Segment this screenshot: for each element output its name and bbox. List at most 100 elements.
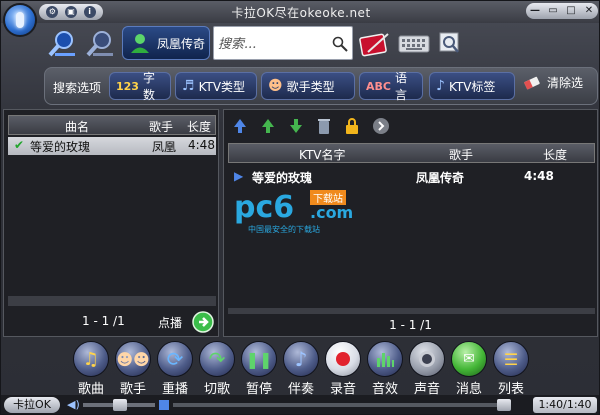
results-col-artist[interactable]: 歌手: [449, 146, 473, 163]
filter-language-button[interactable]: ABC 语言: [359, 71, 423, 102]
zoom-out-user-icon[interactable]: [83, 27, 117, 61]
accompaniment-button[interactable]: ♪ 伴奏: [281, 341, 323, 397]
results-col-title[interactable]: KTV名字: [299, 146, 345, 163]
playlist-panel: 曲名 歌手 长度 ✔ 等爱的玫瑰 凤凰 4:48 1 - 1 /1 点播: [3, 109, 219, 337]
lock-icon[interactable]: [344, 117, 360, 135]
maximize-icon[interactable]: □: [564, 5, 578, 17]
next-song-icon: ↷: [199, 341, 235, 377]
search-input[interactable]: [218, 35, 328, 53]
handwriting-pad-icon[interactable]: [357, 27, 391, 61]
watermark-logo: pc6 下载站 .com 中国最安全的下载站: [234, 190, 374, 240]
move-up-icon[interactable]: [260, 117, 276, 135]
filter-ktv-tag-label: KTV标签: [448, 79, 496, 94]
next-page-icon[interactable]: [372, 117, 390, 135]
volume-button[interactable]: 声音: [407, 341, 449, 397]
results-row-artist: 凤凰传奇: [416, 171, 465, 185]
zoom-in-user-icon[interactable]: [45, 27, 79, 61]
pause-icon: ❚❚: [241, 341, 277, 377]
filter-singer-type-button[interactable]: ☻ 歌手类型: [261, 72, 355, 100]
speaker-icon: [409, 341, 445, 377]
quick-buttons: ⚙ ▣ i: [39, 4, 103, 20]
move-down-icon[interactable]: [288, 117, 304, 135]
results-header: KTV名字 歌手 长度: [228, 143, 595, 163]
eraser-icon: [523, 76, 540, 90]
playback-progress-thumb[interactable]: [497, 399, 511, 411]
filter-ktv-type-button[interactable]: ♬ KTV类型: [175, 72, 257, 100]
results-row-length: 4:48: [524, 169, 554, 183]
volume-icon[interactable]: ◀): [67, 398, 80, 411]
song-icon: ♫: [73, 341, 109, 377]
results-col-length[interactable]: 长度: [543, 146, 567, 163]
search-options-bar: 搜索选项 123 字数 ♬ KTV类型 ☻ 歌手类型 ABC 语言 ♪ KTV标…: [44, 67, 598, 105]
playlist-page-indicator: 1 - 1 /1: [82, 314, 125, 328]
volume-slider-thumb[interactable]: [113, 399, 127, 411]
results-horizontal-scrollbar[interactable]: [228, 308, 595, 314]
singer-icon: ☻☻: [115, 341, 151, 377]
playback-progress-track[interactable]: [173, 403, 511, 407]
playlist-col-title[interactable]: 曲名: [65, 118, 89, 135]
play-request-label: 点播: [158, 316, 183, 330]
playlist-horizontal-scrollbar[interactable]: [8, 296, 216, 306]
filter-language-label: 语言: [394, 71, 407, 102]
list-button[interactable]: ☰ 列表: [491, 341, 533, 397]
search-icon[interactable]: [332, 36, 348, 52]
checkmark-icon: ✔: [14, 138, 25, 152]
playing-indicator-icon: ▶: [234, 169, 244, 183]
karaoke-mode-button[interactable]: 卡拉OK: [4, 397, 60, 413]
table-row[interactable]: ✔ 等爱的玫瑰 凤凰 4:48: [8, 137, 216, 155]
song-button[interactable]: ♫ 歌曲: [71, 341, 113, 397]
filter-digits-button[interactable]: 123 字数: [109, 71, 171, 102]
move-top-icon[interactable]: [232, 117, 248, 135]
title-bar[interactable]: 卡拉OK尽在okeoke.net ⚙ ▣ i — ▭ □ ✕: [1, 1, 599, 23]
record-button[interactable]: 录音: [323, 341, 365, 397]
toolbar: 凤凰传奇: [1, 23, 599, 65]
next-song-button[interactable]: ↷ 切歌: [197, 341, 239, 397]
progress-start-icon: [159, 400, 169, 410]
delete-icon[interactable]: [316, 117, 332, 135]
watermark-brand: pc6: [234, 190, 295, 225]
sound-effect-button[interactable]: 音效: [365, 341, 407, 397]
skin-icon[interactable]: ▣: [64, 6, 77, 18]
keyboard-icon[interactable]: [397, 27, 431, 61]
action-bar: ♫ 歌曲 ☻☻ 歌手 ⟳ 重播 ↷ 切歌 ❚❚ 暂停 ♪ 伴奏 录音 音效 声音…: [71, 341, 533, 397]
current-singer-label: 凤凰传奇: [157, 36, 206, 51]
magnify-screen-icon[interactable]: [433, 27, 467, 61]
equalizer-icon: [367, 341, 403, 377]
clear-filters-button[interactable]: 清除选: [523, 74, 583, 91]
playlist-row-length: 4:48: [188, 138, 215, 152]
playlist-header: 曲名 歌手 长度: [8, 115, 216, 135]
message-button[interactable]: ✉ 消息: [449, 341, 491, 397]
language-icon: ABC: [366, 79, 391, 93]
playlist-col-artist[interactable]: 歌手: [149, 118, 173, 135]
minimize-icon[interactable]: —: [528, 5, 542, 17]
replay-button[interactable]: ⟳ 重播: [155, 341, 197, 397]
search-box[interactable]: [213, 26, 353, 60]
current-singer-button[interactable]: 凤凰传奇: [122, 26, 210, 60]
playlist-col-length[interactable]: 长度: [187, 118, 211, 135]
info-icon[interactable]: i: [83, 6, 96, 18]
singer-button[interactable]: ☻☻ 歌手: [113, 341, 155, 397]
restore-icon[interactable]: ▭: [546, 5, 560, 17]
pause-button[interactable]: ❚❚ 暂停: [239, 341, 281, 397]
settings-icon[interactable]: ⚙: [46, 6, 59, 18]
results-toolbar: [232, 116, 390, 136]
table-row[interactable]: ▶ 等爱的玫瑰 凤凰传奇 4:48: [228, 167, 595, 187]
search-options-label: 搜索选项: [53, 81, 102, 95]
playback-time: 1:40/1:40: [533, 397, 597, 413]
filter-singer-type-label: 歌手类型: [286, 79, 335, 94]
app-logo-microphone-icon[interactable]: [3, 3, 37, 37]
close-icon[interactable]: ✕: [582, 5, 596, 17]
clear-filters-label: 清除选: [547, 76, 584, 90]
play-request-button[interactable]: [192, 311, 214, 333]
record-icon: [325, 341, 361, 377]
singer-avatar-icon: [131, 34, 149, 53]
playlist-row-artist: 凤凰: [152, 140, 177, 154]
filter-ktv-tag-button[interactable]: ♪ KTV标签: [429, 72, 515, 100]
results-row-title: 等爱的玫瑰: [252, 171, 313, 185]
results-panel: KTV名字 歌手 长度 ▶ 等爱的玫瑰 凤凰传奇 4:48 pc6 下载站 .c…: [223, 109, 598, 337]
replay-icon: ⟳: [157, 341, 193, 377]
playlist-footer: 1 - 1 /1 点播: [4, 308, 218, 336]
watermark-slogan: 中国最安全的下载站: [248, 225, 320, 234]
digits-icon: 123: [116, 79, 139, 93]
accompaniment-icon: ♪: [283, 341, 319, 377]
